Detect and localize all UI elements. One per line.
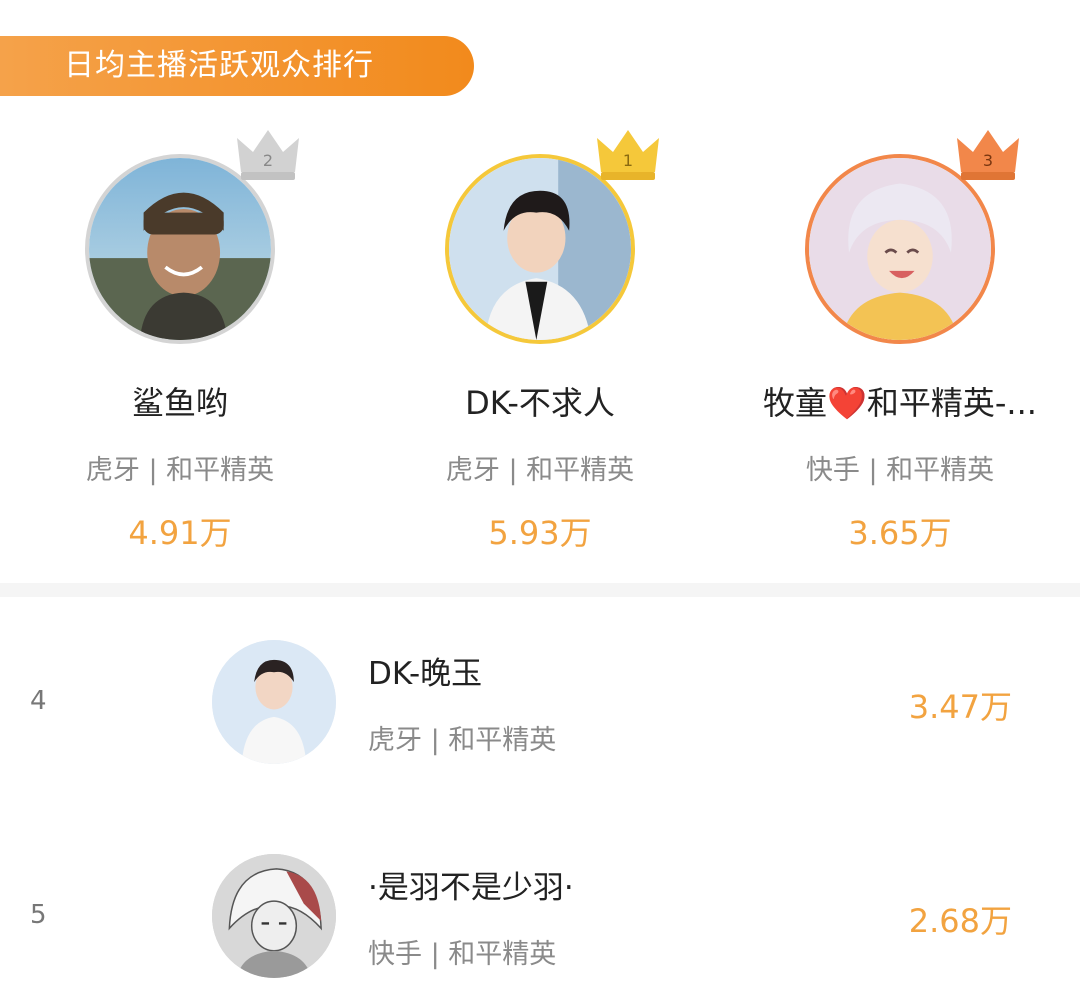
podium-item-rank-2[interactable]: 2 鲨鱼哟 虎牙 | 和平精英 4.91万 xyxy=(0,110,360,580)
podium-item-rank-3[interactable]: 3 牧童❤️和平精英-... 快手 | 和平精英 3.65万 xyxy=(720,110,1080,580)
crown-rank-text: 1 xyxy=(623,151,633,170)
platform-game: 虎牙 | 和平精英 xyxy=(368,725,557,756)
crown-icon: 1 xyxy=(597,130,659,180)
podium: 2 鲨鱼哟 虎牙 | 和平精英 4.91万 1 DK-不求人 虎牙 | 和平精英… xyxy=(0,110,1080,580)
active-viewers-value: 4.91万 xyxy=(128,514,232,552)
platform-game: 快手 | 和平精英 xyxy=(368,939,557,970)
active-viewers-value: 2.68万 xyxy=(908,902,1012,940)
avatar-image xyxy=(212,854,336,978)
platform-game: 虎牙 | 和平精英 xyxy=(85,455,275,486)
section-title: 日均主播活跃观众排行 xyxy=(0,36,474,96)
avatar-container: 2 xyxy=(85,130,299,344)
avatar-image xyxy=(89,158,271,340)
streamer-name: 鲨鱼哟 xyxy=(131,384,228,422)
list-item-rank-4[interactable]: 4 DK-晚玉 虎牙 | 和平精英 3.47万 xyxy=(0,600,1080,800)
avatar-image xyxy=(449,158,631,340)
ranking-page: 日均主播活跃观众排行 2 鲨鱼哟 虎牙 | 和平精英 4.91万 1 DK-不求… xyxy=(0,0,1080,1008)
streamer-name: 牧童❤️和平精英-... xyxy=(763,384,1037,422)
rank-number: 5 xyxy=(30,900,47,930)
avatar-container: 3 xyxy=(805,130,1019,344)
avatar-container: 1 xyxy=(445,130,659,344)
streamer-name: ·是羽不是少羽· xyxy=(368,870,574,906)
section-divider xyxy=(0,583,1080,597)
active-viewers-value: 5.93万 xyxy=(488,514,592,552)
avatar-image xyxy=(212,640,336,764)
platform-game: 虎牙 | 和平精英 xyxy=(445,455,635,486)
rank-number: 4 xyxy=(30,686,47,716)
streamer-name: DK-晚玉 xyxy=(368,656,483,692)
crown-rank-text: 3 xyxy=(983,151,993,170)
avatar[interactable] xyxy=(212,854,336,978)
avatar[interactable] xyxy=(212,640,336,764)
crown-icon: 3 xyxy=(957,130,1019,180)
avatar-image xyxy=(809,158,991,340)
crown-icon: 2 xyxy=(237,130,299,180)
platform-game: 快手 | 和平精英 xyxy=(805,455,995,486)
crown-rank-text: 2 xyxy=(263,151,273,170)
streamer-name: DK-不求人 xyxy=(465,384,615,422)
active-viewers-value: 3.65万 xyxy=(848,514,952,552)
podium-item-rank-1[interactable]: 1 DK-不求人 虎牙 | 和平精英 5.93万 xyxy=(360,110,720,580)
active-viewers-value: 3.47万 xyxy=(908,688,1012,726)
list-item-rank-5[interactable]: 5 ·是羽不是少羽· 快手 | 和平精英 2.68万 xyxy=(0,814,1080,1008)
